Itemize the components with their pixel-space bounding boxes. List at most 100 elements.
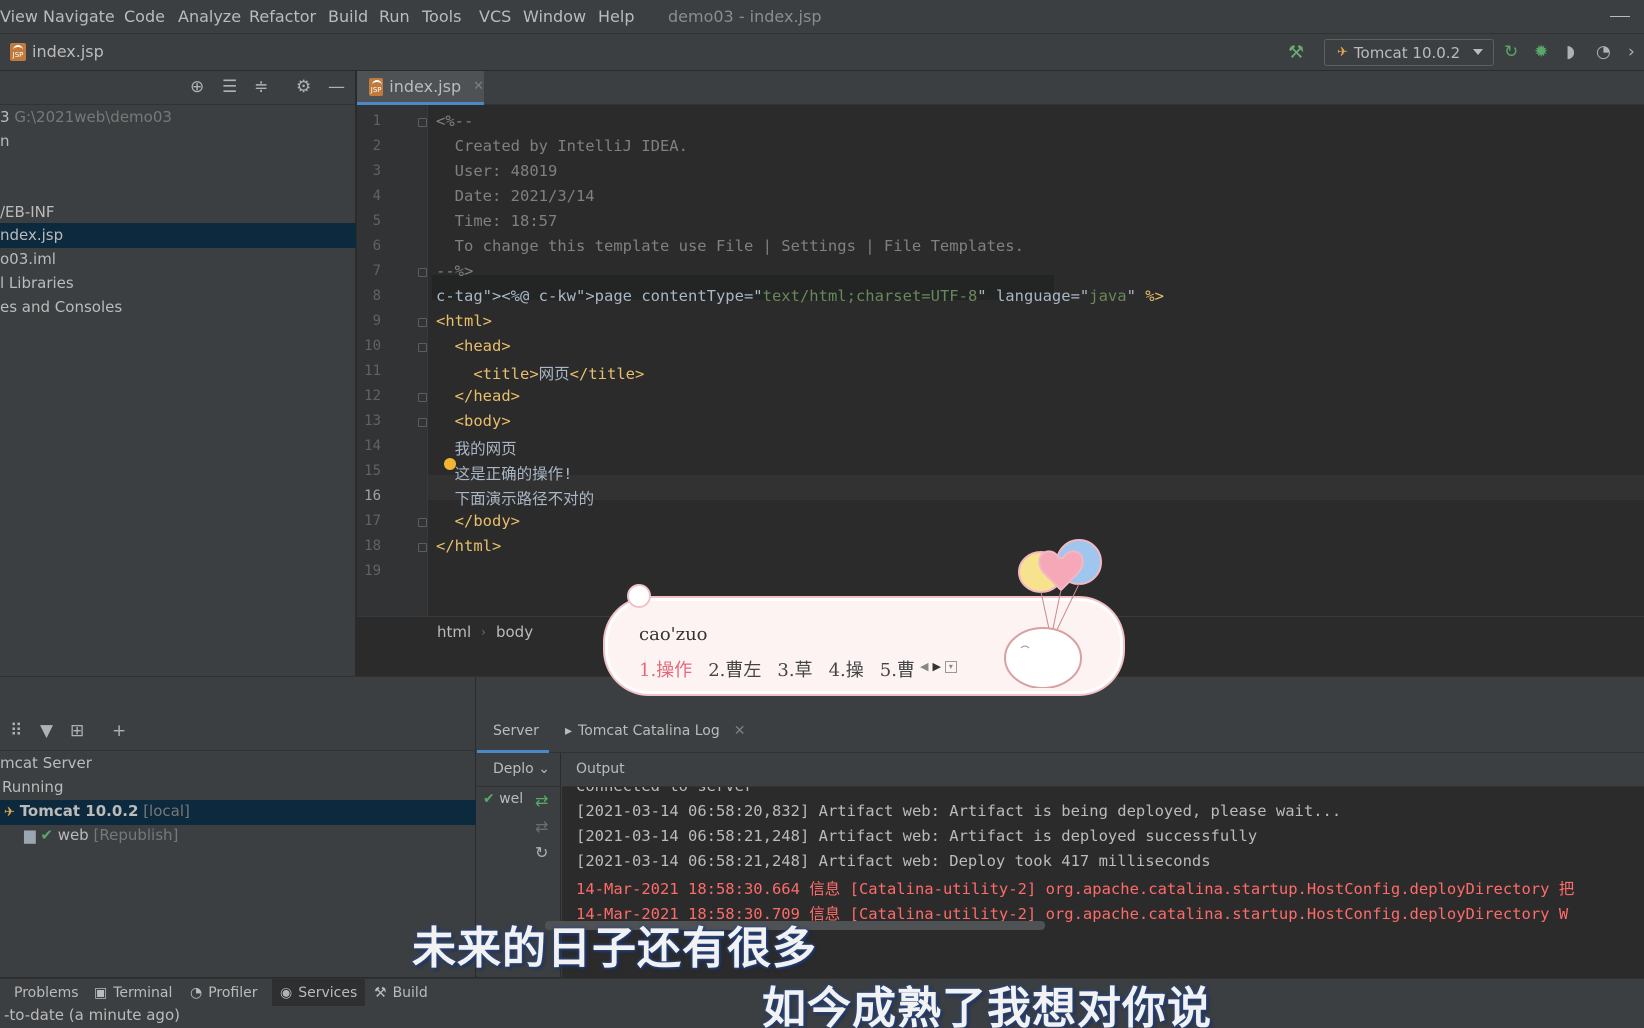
tree-item-index-jsp[interactable]: ndex.jsp — [0, 223, 356, 248]
fold-marker-icon[interactable] — [418, 518, 427, 527]
deployment-header[interactable]: Deplo ⌄ — [477, 753, 561, 787]
build-hammer-icon[interactable]: ⚒ — [1288, 42, 1304, 63]
deployment-item[interactable]: ✔ wel — [483, 791, 523, 807]
fold-marker-icon[interactable] — [418, 393, 427, 402]
new-group-icon[interactable]: ⊞ — [70, 721, 84, 741]
tree-item-label: l Libraries — [0, 274, 74, 292]
rerun-icon[interactable]: ↻ — [1504, 42, 1518, 62]
filter-icon[interactable]: ▼ — [40, 721, 53, 741]
fold-marker-icon[interactable] — [418, 318, 427, 327]
group-by-icon[interactable]: ⠿ — [10, 721, 22, 741]
close-icon[interactable]: ✕ — [734, 723, 746, 739]
nav-breadcrumb-file[interactable]: JSP index.jsp — [10, 42, 104, 61]
tree-item-label: es and Consoles — [0, 298, 123, 316]
line-number: 1 — [372, 113, 381, 129]
fold-marker-icon[interactable] — [418, 118, 427, 127]
fold-marker-icon[interactable] — [418, 543, 427, 552]
page-prev-icon[interactable]: ◀ — [920, 660, 928, 673]
menu-navigate[interactable]: Navigate — [43, 7, 115, 26]
ime-candidate-2[interactable]: 2.曹左 — [708, 656, 761, 682]
run-configuration-dropdown[interactable]: ✈ Tomcat 10.0.2 — [1324, 39, 1494, 66]
fold-marker-icon[interactable] — [418, 418, 427, 427]
minimize-icon[interactable] — [1610, 16, 1630, 17]
code-line: </html> — [436, 537, 502, 555]
refresh-icon[interactable]: ↻ — [535, 843, 548, 862]
tree-item-scratches[interactable]: es and Consoles — [0, 295, 356, 320]
menu-view[interactable]: View — [0, 7, 38, 26]
tab-server[interactable]: Server — [493, 723, 539, 739]
tree-item-web-inf[interactable]: /EB-INF — [0, 200, 356, 225]
breadcrumb-body[interactable]: body — [496, 623, 533, 641]
more-chevron-icon[interactable]: › — [1628, 42, 1635, 62]
ime-candidate-popup: cao'zuo 1.操作 2.曹左 3.草 4.操 5.曹 ◀ ▶ ▾ — [603, 539, 1125, 696]
line-number: 8 — [372, 288, 381, 304]
line-number: 4 — [372, 188, 381, 204]
tree-item-tomcat-server[interactable]: mcat Server — [0, 752, 476, 777]
line-number: 18 — [364, 538, 381, 554]
menu-help[interactable]: Help — [598, 7, 634, 26]
tree-item-running[interactable]: Running — [0, 776, 476, 801]
tree-item-artifact-web[interactable]: ▆ ✔ web [Republish] — [0, 824, 476, 849]
ime-pager: ◀ ▶ ▾ — [920, 660, 957, 673]
tab-label: Server — [493, 723, 539, 739]
tree-item-project-root[interactable]: 3 G:\2021web\demo03 — [0, 105, 356, 130]
gutter-divider — [427, 105, 428, 642]
tree-item-iml[interactable]: o03.iml — [0, 247, 356, 272]
tree-item-tomcat-instance[interactable]: ✈ Tomcat 10.0.2 [local] — [0, 800, 476, 825]
menu-tools[interactable]: Tools — [422, 7, 461, 26]
undeploy-icon[interactable]: ⇄ — [535, 817, 548, 836]
fold-marker-icon[interactable] — [418, 343, 427, 352]
tree-item[interactable] — [0, 153, 356, 178]
ime-input-text: cao'zuo — [639, 624, 708, 645]
close-icon[interactable]: ✕ — [473, 79, 484, 94]
gear-icon[interactable]: ⚙ — [296, 77, 311, 97]
toolbar-profiler[interactable]: ◔ Profiler — [182, 979, 266, 1007]
add-icon[interactable]: + — [112, 721, 126, 741]
services-panel: ⠿ ▼ ⊞ + mcat Server Running ✈ Tomcat 10.… — [0, 676, 1644, 977]
collapse-all-icon[interactable]: ≑ — [254, 77, 268, 97]
menu-code[interactable]: Code — [124, 7, 165, 26]
menu-build[interactable]: Build — [328, 7, 368, 26]
code-line: --%> — [436, 262, 474, 280]
ime-candidate-5[interactable]: 5.曹 — [880, 656, 915, 682]
coverage-icon[interactable]: ◗ — [1566, 42, 1575, 62]
debug-bug-icon[interactable]: ✹ — [1534, 42, 1548, 62]
menu-run[interactable]: Run — [379, 7, 410, 26]
toolbar-problems[interactable]: Problems — [0, 979, 87, 1007]
nav-file-label: index.jsp — [32, 42, 104, 61]
chevron-right-icon: › — [481, 624, 486, 639]
tree-item[interactable]: n — [0, 129, 356, 154]
profiler-run-icon[interactable]: ◔ — [1596, 42, 1611, 62]
code-line: User: 48019 — [436, 162, 558, 180]
toolbar-services[interactable]: ◉ Services — [272, 979, 366, 1007]
tree-item-external-libraries[interactable]: l Libraries — [0, 271, 356, 296]
locate-file-icon[interactable]: ⊕ — [190, 77, 204, 97]
breadcrumb-html[interactable]: html — [437, 623, 471, 641]
ime-candidate-1[interactable]: 1.操作 — [639, 656, 692, 682]
line-number: 6 — [372, 238, 381, 254]
ime-candidate-4[interactable]: 4.操 — [829, 656, 864, 682]
expand-icon[interactable]: ▾ — [944, 660, 957, 673]
tool-label: Terminal — [113, 985, 173, 1001]
toolbar-build[interactable]: ⚒ Build — [366, 979, 436, 1007]
code-line: c-tag"><%@ c-kw">page contentType="text/… — [436, 287, 1164, 305]
tab-catalina-log[interactable]: ▸ Tomcat Catalina Log ✕ — [565, 723, 745, 739]
menu-vcs[interactable]: VCS — [479, 7, 511, 26]
lightbulb-icon[interactable] — [444, 458, 456, 470]
deploy-icon[interactable]: ⇄ — [535, 791, 548, 810]
tab-index-jsp[interactable]: JSP index.jsp ✕ — [357, 71, 484, 105]
line-number: 5 — [372, 213, 381, 229]
tomcat-icon: ✈ — [1337, 45, 1348, 60]
toolbar-terminal[interactable]: ▣ Terminal — [86, 979, 180, 1007]
expand-all-icon[interactable]: ☰ — [222, 77, 237, 97]
menu-window[interactable]: Window — [523, 7, 586, 26]
menu-analyze[interactable]: Analyze — [178, 7, 241, 26]
menu-refactor[interactable]: Refactor — [249, 7, 316, 26]
current-line-highlight — [428, 475, 1644, 500]
services-toolbar: ⠿ ▼ ⊞ + — [0, 715, 476, 751]
fold-marker-icon[interactable] — [418, 268, 427, 277]
ime-candidate-3[interactable]: 3.草 — [777, 656, 812, 682]
page-next-icon[interactable]: ▶ — [932, 660, 940, 673]
hide-panel-icon[interactable]: — — [328, 77, 345, 97]
deployment-item-label: wel — [499, 791, 524, 807]
